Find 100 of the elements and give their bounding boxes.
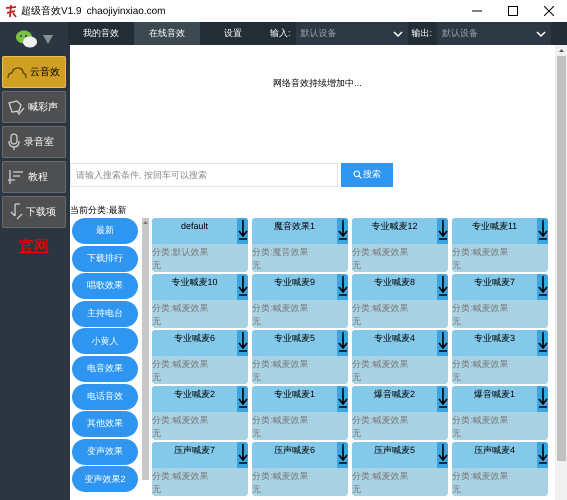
search-field[interactable]: 请输入搜索条件, 按回车可以搜索 bbox=[70, 162, 338, 186]
download-icon[interactable] bbox=[438, 275, 448, 297]
effect-card[interactable]: 专业喊麦5 分类:喊麦效果 无 bbox=[252, 330, 348, 384]
scroll-up-icon[interactable] bbox=[558, 48, 564, 53]
download-icon[interactable] bbox=[438, 443, 448, 465]
effect-category: 分类:喊麦效果 bbox=[152, 414, 210, 427]
effect-card[interactable]: 专业喊麦2 分类:喊麦效果 无 bbox=[152, 386, 248, 440]
effect-name: 专业喊麦1 bbox=[272, 388, 316, 401]
chevron-down-icon bbox=[536, 30, 546, 36]
effect-card[interactable]: 爆音喊麦1 分类:喊麦效果 无 bbox=[452, 386, 548, 440]
effect-card[interactable]: default 分类:默认效果 无 bbox=[152, 218, 248, 272]
effect-category: 分类:喊麦效果 bbox=[452, 470, 510, 483]
effect-card[interactable]: 专业喊麦3 分类:喊麦效果 无 bbox=[452, 330, 548, 384]
effect-name: 爆音喊麦1 bbox=[472, 388, 516, 401]
effect-name: 压声喊麦5 bbox=[372, 444, 416, 457]
download-icon[interactable] bbox=[438, 219, 448, 241]
sidebar-item[interactable]: 云音效 bbox=[2, 56, 66, 88]
scroll-up-icon[interactable] bbox=[142, 220, 149, 225]
effect-category: 分类:喊麦效果 bbox=[252, 358, 310, 371]
effect-name: 专业喊麦11 bbox=[470, 220, 518, 233]
sidebar-item[interactable]: 下载项 bbox=[2, 196, 66, 228]
sidebar-item[interactable]: 喊彩声 bbox=[2, 91, 66, 123]
download-icon[interactable] bbox=[538, 275, 548, 297]
maximize-icon bbox=[508, 6, 518, 16]
page-scrollbar[interactable] bbox=[555, 45, 567, 500]
search-icon bbox=[353, 170, 362, 179]
effect-card[interactable]: 压声喊麦6 分类:喊麦效果 无 bbox=[252, 442, 348, 496]
effect-category: 分类:喊麦效果 bbox=[352, 358, 410, 371]
download-icon[interactable] bbox=[538, 331, 548, 353]
effect-note: 无 bbox=[252, 483, 262, 495]
effect-name: 专业喊麦4 bbox=[372, 332, 416, 345]
effect-name: 专业喊麦10 bbox=[170, 276, 218, 289]
scroll-thumb[interactable] bbox=[556, 56, 566, 461]
effect-note: 无 bbox=[452, 427, 462, 439]
effect-card[interactable]: 压声喊麦5 分类:喊麦效果 无 bbox=[352, 442, 448, 496]
download-icon[interactable] bbox=[338, 219, 348, 241]
effect-note: 无 bbox=[452, 315, 462, 327]
download-icon[interactable] bbox=[238, 443, 248, 465]
effect-category: 分类:喊麦效果 bbox=[352, 414, 410, 427]
nav-tab[interactable]: 我的音效 bbox=[68, 22, 134, 45]
notice-text: 网络音效持续增加中... bbox=[272, 77, 363, 90]
effect-card[interactable]: 专业喊麦10 分类:喊麦效果 无 bbox=[152, 274, 248, 328]
device-select[interactable]: 默认设备 bbox=[296, 22, 408, 45]
download-icon[interactable] bbox=[338, 275, 348, 297]
effect-card[interactable]: 爆音喊麦2 分类:喊麦效果 无 bbox=[352, 386, 448, 440]
microphone-icon bbox=[7, 133, 21, 151]
effect-card[interactable]: 压声喊麦7 分类:喊麦效果 无 bbox=[152, 442, 248, 496]
effect-card[interactable]: 专业喊麦8 分类:喊麦效果 无 bbox=[352, 274, 448, 328]
effect-category: 分类:喊麦效果 bbox=[352, 470, 410, 483]
effect-category: 分类:喊麦效果 bbox=[152, 358, 210, 371]
effect-note: 无 bbox=[152, 371, 162, 383]
device-select[interactable]: 默认设备 bbox=[437, 22, 552, 45]
sidebar-item[interactable]: 教程 bbox=[2, 161, 66, 193]
effect-category: 分类:魔音效果 bbox=[252, 246, 310, 259]
effect-category: 分类:喊麦效果 bbox=[252, 302, 310, 315]
download-icon[interactable] bbox=[538, 219, 548, 241]
effect-card[interactable]: 专业喊麦7 分类:喊麦效果 无 bbox=[452, 274, 548, 328]
chat-bubbles-icon[interactable] bbox=[15, 29, 39, 49]
dropdown-arrow-icon[interactable] bbox=[43, 34, 53, 44]
download-icon[interactable] bbox=[238, 219, 248, 241]
effect-card[interactable]: 专业喊麦6 分类:喊麦效果 无 bbox=[152, 330, 248, 384]
nav-tab[interactable]: 设置 bbox=[200, 22, 266, 45]
download-icon[interactable] bbox=[538, 443, 548, 465]
download-icon[interactable] bbox=[338, 387, 348, 409]
device-label: 输出: bbox=[412, 26, 432, 40]
effect-category: 分类:喊麦效果 bbox=[452, 414, 510, 427]
effect-name: 专业喊麦12 bbox=[370, 220, 418, 233]
effect-name: 专业喊麦2 bbox=[172, 388, 216, 401]
list-scrollbar[interactable] bbox=[142, 218, 149, 480]
effect-category: 分类:喊麦效果 bbox=[452, 358, 510, 371]
effect-note: 无 bbox=[452, 483, 462, 495]
effect-card[interactable]: 专业喊麦4 分类:喊麦效果 无 bbox=[352, 330, 448, 384]
effect-card[interactable]: 魔音效果1 分类:魔音效果 无 bbox=[252, 218, 348, 272]
effect-category: 分类:喊麦效果 bbox=[352, 302, 410, 315]
effect-note: 无 bbox=[152, 427, 162, 439]
effect-card[interactable]: 压声喊麦4 分类:喊麦效果 无 bbox=[452, 442, 548, 496]
effect-name: 专业喊麦9 bbox=[272, 276, 316, 289]
effect-category: 分类:喊麦效果 bbox=[452, 302, 510, 315]
effect-card[interactable]: 专业喊麦11 分类:喊麦效果 无 bbox=[452, 218, 548, 272]
sidebar-item[interactable]: 录音室 bbox=[2, 126, 66, 158]
download-icon[interactable] bbox=[238, 275, 248, 297]
download-icon[interactable] bbox=[338, 443, 348, 465]
effect-card[interactable]: 专业喊麦1 分类:喊麦效果 无 bbox=[252, 386, 348, 440]
effect-category: 分类:喊麦效果 bbox=[152, 470, 210, 483]
effect-card[interactable]: 专业喊麦12 分类:喊麦效果 无 bbox=[352, 218, 448, 272]
download-icon[interactable] bbox=[438, 331, 448, 353]
effect-category: 分类:喊麦效果 bbox=[252, 470, 310, 483]
effect-category: 分类:喊麦效果 bbox=[352, 246, 410, 259]
cloud-icon bbox=[7, 65, 27, 79]
download-icon[interactable] bbox=[338, 331, 348, 353]
effect-category: 分类:喊麦效果 bbox=[452, 246, 510, 259]
current-category: 当前分类:最新 bbox=[70, 204, 128, 216]
download-icon[interactable] bbox=[538, 387, 548, 409]
effect-note: 无 bbox=[152, 483, 162, 495]
download-icon[interactable] bbox=[238, 331, 248, 353]
effect-card[interactable]: 专业喊麦9 分类:喊麦效果 无 bbox=[252, 274, 348, 328]
download-icon[interactable] bbox=[438, 387, 448, 409]
download-icon[interactable] bbox=[238, 387, 248, 409]
effect-note: 无 bbox=[352, 371, 362, 383]
nav-tab[interactable]: 在线音效 bbox=[134, 22, 200, 45]
